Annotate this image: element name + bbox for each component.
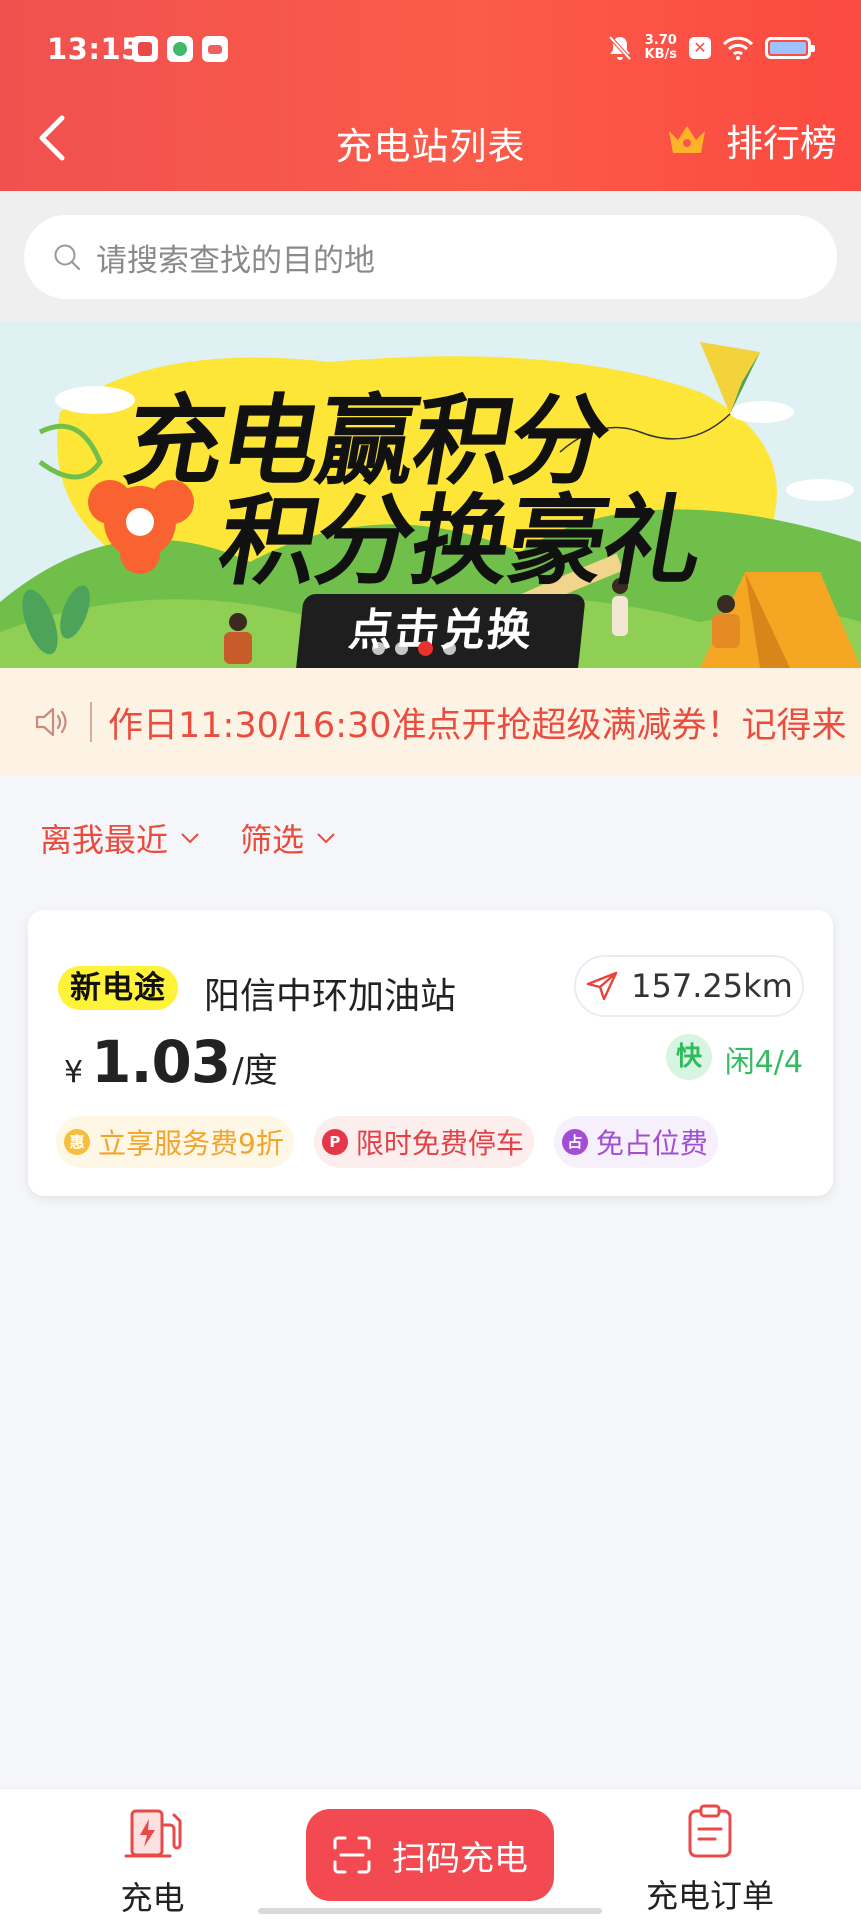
scan-to-charge-button[interactable]: 扫码充电 [306,1809,554,1901]
occupancy-icon: 占 [561,1129,588,1155]
banner-pagination [372,641,456,656]
sort-filter-bar: 离我最近 筛选 [0,776,861,900]
filter-label: 筛选 [240,821,305,859]
ranking-button[interactable]: 排行榜 [666,113,837,167]
notice-bar[interactable]: 作日11:30/16:30准点开抢超级满减券！记得来 [0,668,861,776]
bell-off-icon [608,35,632,61]
price-unit: /度 [232,1051,278,1091]
promo-banner[interactable]: 充电赢积分 积分换豪礼 点击兑换 [0,322,861,668]
price-currency: ¥ [64,1055,84,1090]
app-header: 13:15 3.70 KB/s ✕ 充电站列表 排行榜 [0,0,861,191]
app-icon-green [167,36,193,62]
chevron-down-icon [317,833,335,844]
close-box-icon: ✕ [689,37,711,59]
speaker-icon [35,707,67,737]
charging-station-icon [124,1809,181,1858]
tab-orders-label: 充电订单 [645,1877,774,1915]
scan-icon [333,1836,371,1874]
tag-label: 立享服务费9折 [98,1127,284,1160]
app-icon-box [202,36,228,62]
tag-label: 免占位费 [595,1127,708,1160]
sort-nearest-dropdown[interactable]: 离我最近 [40,815,200,861]
crown-icon [669,126,705,153]
bottom-tab-bar: 充电 扫码充电 充电订单 [0,1788,861,1920]
parking-icon: P [321,1129,348,1155]
app-icon-red [132,36,158,62]
status-notification-icons [132,36,228,62]
station-card[interactable]: 新电途 阳信中环加油站 157.25km ¥ 1.03 /度 快 闲4/4 惠 … [28,910,833,1196]
station-name: 阳信中环加油站 [204,976,457,1017]
banner-dot [443,642,456,655]
search-section: 请搜索查找的目的地 [0,191,861,322]
battery-icon [765,37,815,59]
station-brand-badge: 新电途 [58,966,178,1010]
clipboard-icon [688,1804,732,1858]
tag-service-discount: 惠 立享服务费9折 [56,1116,294,1168]
home-indicator[interactable] [258,1908,602,1914]
filter-dropdown[interactable]: 筛选 [240,815,336,861]
notice-divider [90,702,92,742]
tag-free-parking: P 限时免费停车 [313,1116,534,1168]
banner-dot [395,642,408,655]
net-speed-unit: KB/s [644,47,677,62]
navigate-distance-button[interactable]: 157.25km [574,955,804,1017]
tab-charge[interactable]: 充电 [110,1803,195,1919]
status-system-icons: 3.70 KB/s ✕ [607,34,815,62]
ranking-label: 排行榜 [726,122,837,165]
sort-nearest-label: 离我最近 [40,821,169,859]
station-tags: 惠 立享服务费9折 P 限时免费停车 占 免占位费 [56,1116,718,1168]
status-bar: 13:15 3.70 KB/s ✕ [0,0,861,100]
notice-text: 作日11:30/16:30准点开抢超级满减券！记得来 [108,705,847,746]
search-input[interactable]: 请搜索查找的目的地 [24,215,837,299]
status-time: 13:15 [47,32,142,66]
discount-icon: 惠 [64,1129,90,1155]
idle-count: 闲4/4 [724,1045,803,1080]
station-distance: 157.25km [631,967,793,1005]
tab-charge-label: 充电 [120,1879,185,1917]
price-value: 1.03 [91,1028,231,1096]
banner-dot-active [418,641,433,656]
search-placeholder: 请搜索查找的目的地 [96,242,375,279]
fast-charge-badge: 快 [666,1034,712,1080]
redeem-button[interactable]: 点击兑换 [296,594,586,668]
net-speed: 3.70 KB/s [645,34,677,62]
navigation-arrow-icon [586,971,618,1001]
banner-headline-2: 积分换豪礼 [210,485,711,599]
tag-no-occupancy-fee: 占 免占位费 [553,1116,718,1168]
chevron-down-icon [181,833,199,844]
station-price: ¥ 1.03 /度 [64,1028,278,1096]
wifi-icon [723,36,753,60]
tab-orders[interactable]: 充电订单 [640,1803,780,1917]
scan-label: 扫码充电 [392,1838,528,1879]
net-speed-value: 3.70 [644,33,677,48]
banner-dot [372,642,385,655]
search-icon [54,244,81,271]
tag-label: 限时免费停车 [355,1127,524,1160]
